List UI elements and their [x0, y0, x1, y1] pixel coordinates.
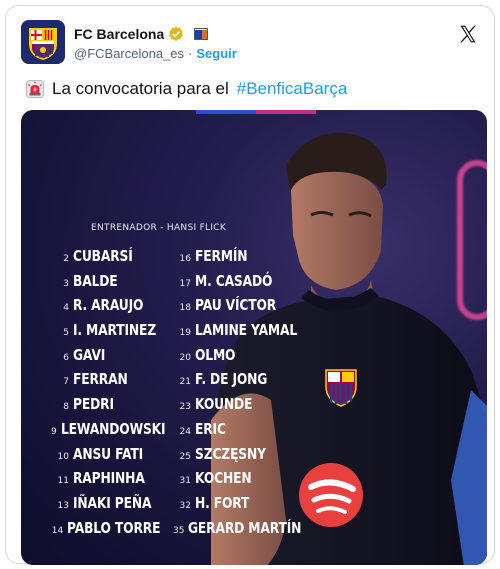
squad-row: 31 KOCHEN [173, 469, 323, 494]
shirt-number: 17 [179, 278, 191, 289]
squad-row: 23 KOUNDE [173, 395, 323, 420]
player-name: F. DE JONG [195, 370, 268, 389]
shirt-number: 24 [179, 426, 191, 437]
shirt-number: 4 [63, 303, 69, 314]
player-name: SZCZĘSNY [195, 444, 266, 463]
shirt-number: 21 [179, 377, 191, 388]
player-name: R. ARAUJO [73, 296, 144, 315]
shirt-number: 23 [179, 402, 191, 413]
player-name: H. FORT [195, 493, 250, 512]
display-name[interactable]: FC Barcelona [74, 26, 164, 42]
squad-list-right: 16 FERMÍN 17 M. CASADÓ 18 PAU VÍCTOR 19 LAMINE … [173, 247, 323, 543]
squad-row: 4 R. ARAUJO [51, 296, 181, 321]
catalan-flag-icon [194, 28, 209, 40]
shirt-number: 13 [57, 500, 69, 511]
squad-row: 16 FERMÍN [173, 247, 323, 272]
shirt-number: 8 [63, 402, 69, 413]
coach-label: ENTRENADOR - HANSI FLICK [91, 223, 227, 233]
player-name: CUBARSÍ [73, 247, 133, 265]
squad-row: 21 F. DE JONG [173, 370, 323, 395]
squad-list-left: 2 CUBARSÍ 3 BALDE 4 R. ARAUJO 5 I. MARTINEZ 6 GAV… [51, 247, 181, 543]
shirt-number: 9 [51, 426, 57, 437]
shirt-number: 10 [57, 451, 69, 462]
handle-row: @FCBarcelona_es · Seguir [74, 46, 237, 61]
tweet-text: La convocatoria para el #BenficaBarça [26, 79, 347, 99]
color-bar [196, 110, 316, 114]
player-name: LAMINE YAMAL [195, 321, 298, 340]
author-row: FC Barcelona [74, 26, 209, 42]
squad-row: 8 PEDRI [51, 395, 181, 420]
player-name: ANSU FATI [73, 444, 143, 463]
player-name: OLMO [195, 345, 236, 364]
shirt-number: 31 [179, 476, 191, 487]
player-name: GAVI [73, 345, 106, 364]
shirt-number: 7 [63, 377, 69, 388]
player-name: GERARD MARTÍN [188, 518, 302, 537]
player-name: PEDRI [73, 395, 114, 414]
verified-badge-icon [169, 26, 184, 41]
shirt-number: 14 [51, 525, 64, 536]
player-name: PAU VÍCTOR [195, 296, 277, 315]
squad-row: 7 FERRAN [51, 370, 181, 395]
shirt-number: 20 [179, 352, 191, 363]
player-name: KOUNDE [195, 395, 253, 414]
user-handle[interactable]: @FCBarcelona_es [74, 46, 184, 61]
squad-row: 5 I. MARTINEZ [51, 321, 181, 346]
squad-row: 2 CUBARSÍ [51, 247, 181, 272]
squad-row: 25 SZCZĘSNY [173, 445, 323, 470]
squad-row: 17 M. CASADÓ [173, 272, 323, 297]
squad-row: 14 PABLO TORRE [51, 519, 181, 544]
follow-button[interactable]: Seguir [196, 46, 236, 61]
squad-row: 13 IÑAKI PEÑA [51, 494, 181, 519]
squad-row: 35 GERARD MARTÍN [173, 519, 323, 544]
shirt-number: 3 [63, 278, 69, 289]
x-logo-icon[interactable] [458, 24, 478, 44]
tweet-body: La convocatoria para el [52, 79, 229, 98]
squad-row: 19 LAMINE YAMAL [173, 321, 323, 346]
player-name: LEWANDOWSKI [60, 419, 166, 438]
tweet-image[interactable]: ENTRENADOR - HANSI FLICK 2 CUBARSÍ 3 BALDE 4… [21, 110, 487, 565]
shirt-number: 25 [179, 451, 191, 462]
squad-row: 3 BALDE [51, 272, 181, 297]
separator-dot: · [188, 46, 193, 61]
hashtag-link[interactable]: #BenficaBarça [237, 79, 348, 99]
fcb-crest-icon[interactable] [21, 20, 65, 64]
player-name: IÑAKI PEÑA [73, 493, 152, 512]
siren-icon [26, 80, 44, 98]
shirt-number: 6 [63, 352, 69, 363]
squad-row: 32 H. FORT [173, 494, 323, 519]
squad-row: 11 RAPHINHA [51, 469, 181, 494]
fcb-crest-icon [325, 369, 357, 407]
shirt-number: 2 [63, 254, 69, 264]
shirt-number: 5 [63, 328, 69, 339]
player-name: FERRAN [73, 370, 128, 389]
player-name: I. MARTINEZ [73, 321, 156, 340]
shirt-number: 32 [179, 500, 191, 511]
player-name: BALDE [73, 271, 118, 290]
shirt-number: 19 [179, 328, 191, 339]
tweet-card: FC Barcelona @FCBarcelona_es · Seguir La… [5, 5, 495, 565]
player-name: FERMÍN [195, 247, 248, 265]
player-name: PABLO TORRE [67, 518, 161, 537]
shirt-number: 16 [179, 254, 191, 264]
squad-row: 24 ERIC [173, 420, 323, 445]
player-name: ERIC [195, 419, 226, 438]
squad-row: 10 ANSU FATI [51, 445, 181, 470]
squad-row: 6 GAVI [51, 346, 181, 371]
player-name: RAPHINHA [73, 469, 145, 488]
squad-row: 20 OLMO [173, 346, 323, 371]
squad-row: 9 LEWANDOWSKI [51, 420, 181, 445]
shirt-number: 35 [173, 525, 185, 536]
player-name: M. CASADÓ [195, 271, 273, 290]
shirt-number: 18 [179, 303, 191, 314]
player-name: KOCHEN [195, 469, 252, 488]
squad-row: 18 PAU VÍCTOR [173, 296, 323, 321]
shirt-number: 11 [57, 476, 69, 487]
